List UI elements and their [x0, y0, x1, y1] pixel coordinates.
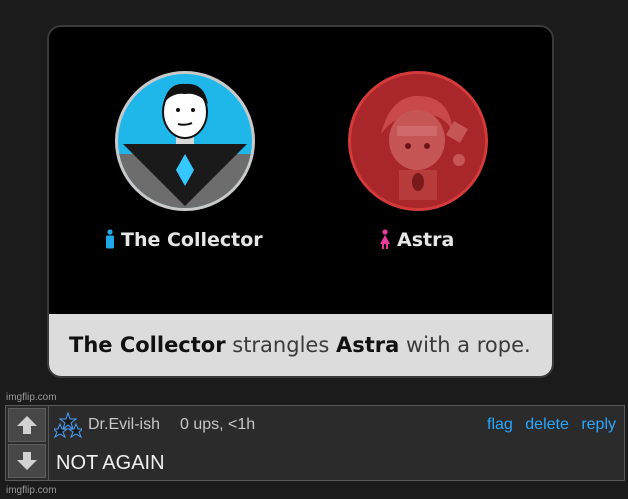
- flag-link[interactable]: flag: [487, 416, 513, 433]
- collector-avatar: [115, 71, 255, 211]
- comment-text: NOT AGAIN: [56, 452, 165, 474]
- comment-box: Dr.Evil-ish 0 ups, <1h flag delete reply…: [5, 405, 625, 481]
- downvote-button[interactable]: [8, 444, 46, 478]
- astra-name-label: Astra: [379, 229, 454, 251]
- collector-name-label: The Collector: [105, 229, 263, 251]
- delete-link[interactable]: delete: [525, 416, 569, 433]
- comment-meta: 0 ups, <1h: [180, 416, 256, 433]
- comment-header: Dr.Evil-ish 0 ups, <1h flag delete reply: [54, 406, 616, 444]
- astra-avatar: [348, 71, 488, 211]
- reply-link[interactable]: reply: [581, 416, 616, 433]
- caption-actor: The Collector: [69, 333, 226, 357]
- upvote-button[interactable]: [8, 408, 46, 442]
- vote-column: [6, 406, 49, 480]
- imgflip-watermark: imgflip.com: [6, 392, 57, 403]
- comment-actions: flag delete reply: [479, 416, 616, 434]
- comment-username[interactable]: Dr.Evil-ish: [88, 416, 160, 434]
- caption-bar: The Collector strangles Astra with a rop…: [49, 314, 552, 376]
- caption-verb: strangles: [225, 333, 336, 357]
- caption-rest: with a rope.: [399, 333, 531, 357]
- down-arrow-icon: [17, 452, 37, 470]
- up-arrow-icon: [17, 416, 37, 434]
- caption-target: Astra: [335, 333, 400, 357]
- female-person-icon: [380, 229, 390, 249]
- imgflip-watermark-bottom: imgflip.com: [6, 485, 57, 496]
- male-person-icon: [106, 229, 114, 249]
- meme-image: The Collector Astra The Collector strang…: [47, 25, 554, 378]
- stars-badge-icon: [54, 412, 82, 438]
